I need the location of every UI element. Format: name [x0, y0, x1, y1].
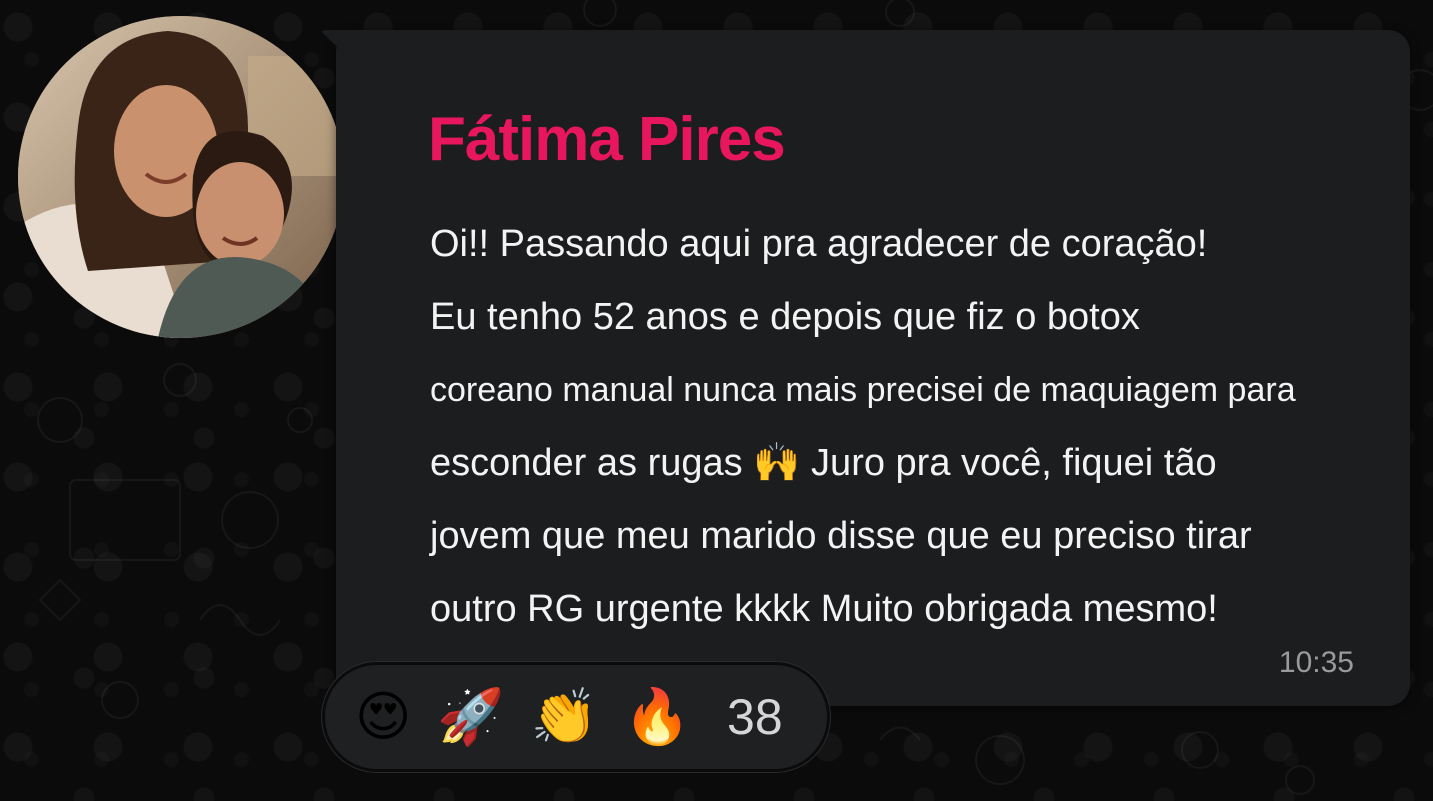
avatar-photo	[18, 16, 344, 338]
clapping-hands-emoji-icon[interactable]: 👏	[531, 690, 598, 744]
avatar[interactable]	[18, 16, 344, 338]
heart-eyes-emoji-icon[interactable]: 😍	[355, 690, 411, 744]
rocket-emoji-icon[interactable]: 🚀	[437, 690, 504, 744]
message-timestamp: 10:35	[1278, 646, 1354, 679]
message-bubble[interactable]: Fátima Pires Oi!! Passando aqui pra agra…	[320, 30, 1410, 706]
sender-name[interactable]: Fátima Pires	[428, 104, 786, 175]
message-line: Oi!! Passando aqui pra agradecer de cora…	[430, 223, 1208, 265]
message-line: coreano manual nunca mais precisei de ma…	[430, 371, 1296, 409]
message-line: Eu tenho 52 anos e depois que fiz o boto…	[430, 296, 1140, 338]
message-line: outro RG urgente kkkk Muito obrigada mes…	[430, 588, 1218, 630]
reaction-count[interactable]: 38	[727, 688, 783, 746]
message-text: Oi!! Passando aqui pra agradecer de cora…	[430, 208, 1390, 646]
reactions-bar[interactable]: 😍 🚀 👏 🔥 38	[322, 662, 830, 772]
fire-emoji-icon[interactable]: 🔥	[624, 690, 691, 744]
message-line: esconder as rugas 🙌 Juro pra você, fique…	[430, 442, 1217, 484]
message-line: jovem que meu marido disse que eu precis…	[430, 515, 1252, 557]
